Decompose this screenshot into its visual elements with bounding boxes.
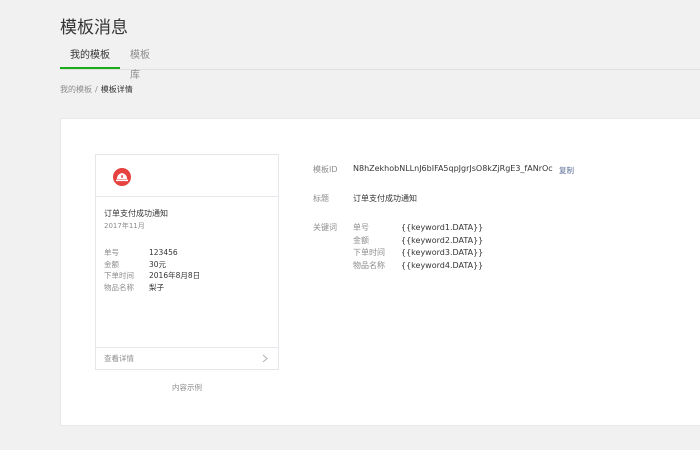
preview-header [96,155,278,197]
message-preview-card: 订单支付成功通知 2017年11月 单号 123456 金额 30元 下单时间 201… [95,154,279,370]
view-details-link[interactable]: 查看详情 [96,347,278,369]
breadcrumb: 我的模板 / 模板详情 [60,84,133,95]
keyword-placeholder: {{keyword2.DATA}} [401,235,484,245]
preview-title: 订单支付成功通知 [104,209,168,218]
keywords-label: 关键词 [313,223,337,232]
keyword-row: 物品名称 {{keyword4.DATA}} [353,260,483,273]
preview-date: 2017年11月 [104,222,145,230]
breadcrumb-separator: / [95,85,98,94]
keyword-name: 单号 [353,223,369,232]
app-logo-icon [113,168,131,186]
chevron-right-icon [262,354,268,363]
breadcrumb-parent-link[interactable]: 我的模板 [60,85,92,94]
preview-field-key: 金额 [104,259,119,269]
keyword-name: 下单时间 [353,248,385,257]
keyword-row: 下单时间 {{keyword3.DATA}} [353,247,483,260]
keyword-placeholder: {{keyword3.DATA}} [401,248,484,257]
preview-field-value: 123456 [149,248,178,257]
tab-my-templates[interactable]: 我的模板 [60,46,120,69]
preview-field-list: 单号 123456 金额 30元 下单时间 2016年8月8日 物品名称 梨子 [104,247,200,293]
preview-field-value: 30元 [149,259,167,269]
template-detail-panel: 订单支付成功通知 2017年11月 单号 123456 金额 30元 下单时间 201… [60,118,700,426]
title-label: 标题 [313,194,329,203]
template-id-value: N8hZekhobNLLnJ6bIFA5qpJgrJsO8kZjRgE3_fAN… [353,164,553,173]
template-id-label: 模板ID [313,165,338,174]
preview-field-key: 物品名称 [104,282,134,292]
preview-field-row: 金额 30元 [104,259,200,271]
tab-template-library[interactable]: 模板库 [130,46,158,81]
keyword-name: 金额 [353,235,369,245]
keyword-name: 物品名称 [353,260,385,270]
page-title: 模板消息 [60,18,128,38]
keyword-placeholder: {{keyword1.DATA}} [401,223,484,232]
tab-bar: 我的模板 模板库 [60,46,700,81]
copy-button[interactable]: 复制 [559,165,574,176]
keyword-placeholder: {{keyword4.DATA}} [401,260,484,270]
breadcrumb-current: 模板详情 [100,85,133,94]
title-value: 订单支付成功通知 [353,194,417,203]
preview-field-key: 下单时间 [104,271,134,280]
preview-field-row: 物品名称 梨子 [104,282,200,294]
keyword-row: 单号 {{keyword1.DATA}} [353,222,483,235]
preview-field-row: 下单时间 2016年8月8日 [104,270,200,282]
preview-field-key: 单号 [104,248,119,257]
view-details-label: 查看详情 [104,354,134,363]
preview-caption: 内容示例 [172,383,202,392]
preview-field-value: 梨子 [149,282,164,292]
keyword-row: 金额 {{keyword2.DATA}} [353,235,483,248]
keyword-list: 单号 {{keyword1.DATA}} 金额 {{keyword2.DATA}} … [353,222,483,272]
preview-field-row: 单号 123456 [104,247,200,259]
preview-field-value: 2016年8月8日 [149,271,201,280]
